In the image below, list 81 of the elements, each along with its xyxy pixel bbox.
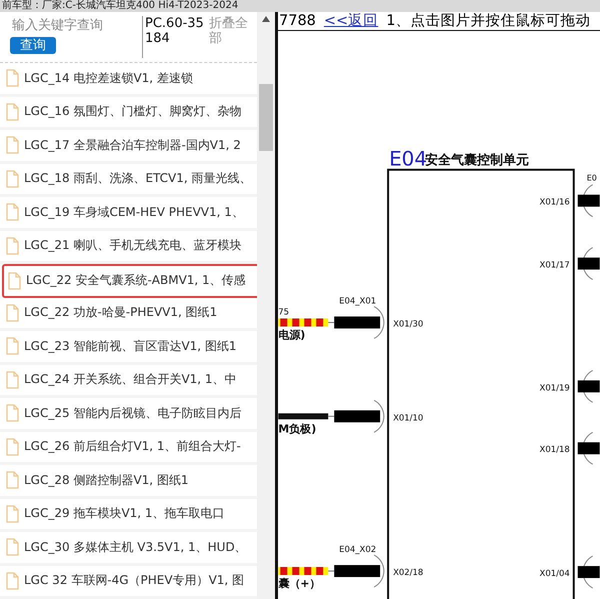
connector-bracket — [582, 556, 594, 589]
pin-label: X02/18 — [393, 567, 424, 578]
item-label: LGC_24 开关系统、组合开关V1, 1、中 — [24, 371, 237, 388]
scroll-up-icon[interactable] — [262, 16, 270, 22]
search-button[interactable]: 查询 — [10, 37, 56, 54]
file-icon — [6, 102, 19, 121]
scrollbar[interactable] — [257, 12, 275, 599]
module-code: E04 — [389, 146, 428, 171]
wire-joint — [328, 416, 335, 417]
pin-label: X01/04 — [540, 568, 570, 578]
striped-wire — [278, 567, 328, 576]
item-label: LGC_29 拖车模块V1, 1、拖车取电口 — [24, 505, 225, 522]
item-label: LGC 32 车联网-4G（PHEV专用）V1, 图 — [24, 572, 244, 590]
item-label: LGC_30 多媒体主机 V3.5V1, 1、HUD、 — [24, 538, 247, 556]
item-label: LGC_23 智能前视、盲区雷达V1, 图纸1 — [24, 338, 237, 355]
file-icon — [6, 572, 19, 590]
document-code: PC.60-35184 — [142, 16, 205, 58]
file-icon — [6, 438, 19, 456]
wire-joint — [328, 322, 335, 323]
item-label: LGC_28 侧踏控制器V1, 图纸1 — [24, 472, 189, 489]
wire — [278, 413, 328, 420]
wire-label: M负极) — [278, 422, 316, 436]
connector-label: E0 — [586, 174, 597, 183]
wire-number: 75 — [278, 306, 290, 316]
item-label: LGC_26 前后组合灯V1, 1、前组合大灯- — [24, 438, 241, 456]
connector-block — [334, 410, 380, 422]
pin-label: X01/30 — [393, 318, 424, 328]
scrollbar-thumb[interactable] — [259, 84, 273, 151]
file-icon — [6, 136, 19, 154]
connector-bracket — [374, 306, 384, 339]
file-icon — [8, 272, 21, 290]
item-label: LGC_18 雨刮、洗涤、ETCV1, 雨量光线、 — [24, 170, 252, 188]
file-icon — [6, 203, 19, 222]
connector-block — [334, 316, 380, 328]
item-label: LGC_17 全景融合泊车控制器-国内V1, 2 — [24, 136, 241, 154]
file-icon — [6, 236, 19, 255]
file-icon — [6, 69, 19, 88]
connector-block — [578, 194, 600, 207]
module-title: 安全气囊控制单元 — [425, 152, 530, 168]
pin-label: X01/16 — [540, 196, 570, 207]
connector-bracket — [582, 184, 594, 218]
connector-block — [578, 258, 600, 270]
item-label: LGC_14 电控差速锁V1, 差速锁 — [24, 70, 193, 87]
file-icon — [6, 504, 19, 523]
item-label: LGC_16 氛围灯、门槛灯、脚窝灯、杂物 — [24, 103, 242, 120]
connector-bracket — [582, 432, 594, 465]
item-label: LGC_21 喇叭、手机无线充电、蓝牙模块 — [24, 237, 242, 254]
file-icon — [6, 170, 19, 188]
pin-label: X01/18 — [540, 444, 570, 454]
connector-block — [578, 566, 600, 578]
connector-bracket — [374, 400, 384, 433]
connector-block — [578, 380, 600, 392]
striped-wire — [278, 318, 328, 326]
item-label: LGC_19 车身域CEM-HEV PHEVV1, 1、 — [24, 204, 244, 221]
file-icon — [6, 370, 19, 389]
connector-block — [578, 442, 600, 454]
connector-label: E04_X01 — [339, 296, 376, 306]
diagram-list-item[interactable]: LGC_22 安全气囊系统-ABMV1, 1、传感 — [2, 264, 257, 298]
connector-bracket — [582, 247, 594, 280]
file-icon — [6, 538, 19, 556]
diagram-list-item[interactable]: LGC 32 车联网-4G（PHEV专用）V1, 图 — [0, 566, 257, 599]
connector-label: E04_X02 — [339, 544, 376, 554]
pin-label: X01/19 — [540, 382, 570, 392]
pin-label: X01/17 — [540, 260, 570, 270]
item-label: LGC_22 功放-哈曼-PHEVV1, 图纸1 — [24, 304, 218, 322]
connector-bracket — [374, 554, 384, 588]
document-id: 7788 — [279, 12, 316, 30]
connector-bracket — [582, 370, 594, 403]
wire-label: 囊（+） — [278, 577, 320, 590]
item-label: LGC_22 安全气囊系统-ABMV1, 1、传感 — [26, 272, 246, 290]
back-link[interactable]: <<返回 — [324, 12, 378, 30]
file-icon — [6, 304, 19, 322]
file-icon — [6, 404, 19, 422]
pin-label: X01/10 — [393, 412, 424, 422]
wire-joint — [328, 570, 335, 572]
drag-hint: 1、点击图片并按住鼠标可拖动 — [386, 12, 590, 30]
connector-block — [334, 565, 380, 578]
file-icon — [6, 471, 19, 490]
item-label: LGC_25 智能内后视镜、电子防眩目内后 — [24, 404, 242, 422]
wire-label: 电源) — [278, 328, 306, 342]
file-icon — [6, 337, 19, 356]
